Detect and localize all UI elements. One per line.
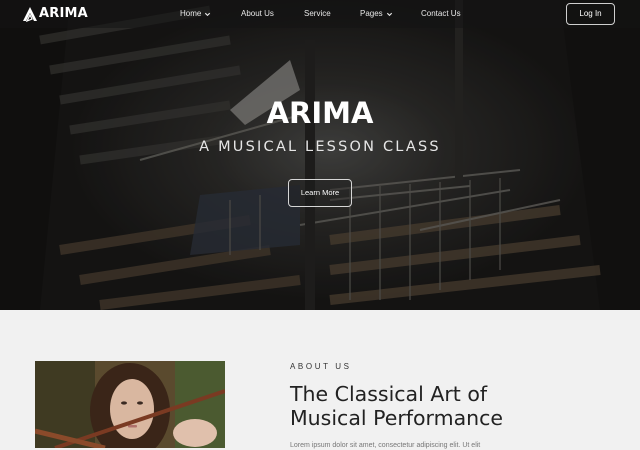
nav-item-pages-label: Pages bbox=[360, 9, 383, 18]
brand-logo[interactable]: ARIMA bbox=[22, 6, 88, 22]
about-title-line-2: Musical Performance bbox=[290, 406, 504, 430]
navbar: ARIMA Home About Us Service Pages Contac… bbox=[0, 0, 640, 28]
chevron-down-icon bbox=[205, 12, 211, 16]
nav-item-about-us[interactable]: About Us bbox=[241, 8, 274, 20]
about-title: The Classical Art of Musical Performance bbox=[290, 382, 590, 430]
nav-item-contact-us[interactable]: Contact Us bbox=[421, 8, 461, 20]
logo-a-icon bbox=[23, 7, 37, 22]
hero-subtitle: A MUSICAL LESSON CLASS bbox=[199, 139, 441, 155]
nav-item-service[interactable]: Service bbox=[304, 8, 331, 20]
nav-item-service-label: Service bbox=[304, 9, 331, 18]
nav-item-about-us-label: About Us bbox=[241, 9, 274, 18]
hero-title: ARIMA bbox=[266, 96, 374, 130]
violinist-photo bbox=[35, 361, 225, 448]
brand-name: ARIMA bbox=[39, 6, 88, 21]
chevron-down-icon bbox=[386, 12, 392, 16]
login-button[interactable]: Log In bbox=[566, 3, 615, 25]
about-paragraph: Lorem ipsum dolor sit amet, consectetur … bbox=[290, 442, 481, 449]
about-section-label: ABOUT US bbox=[290, 362, 352, 371]
nav-item-contact-us-label: Contact Us bbox=[421, 9, 461, 18]
nav-item-pages[interactable]: Pages bbox=[360, 8, 393, 20]
nav-item-home[interactable]: Home bbox=[180, 8, 211, 20]
learn-more-button[interactable]: Learn More bbox=[288, 179, 352, 207]
about-title-line-1: The Classical Art of bbox=[290, 382, 488, 406]
nav-item-home-label: Home bbox=[180, 9, 202, 18]
about-image bbox=[35, 361, 225, 448]
